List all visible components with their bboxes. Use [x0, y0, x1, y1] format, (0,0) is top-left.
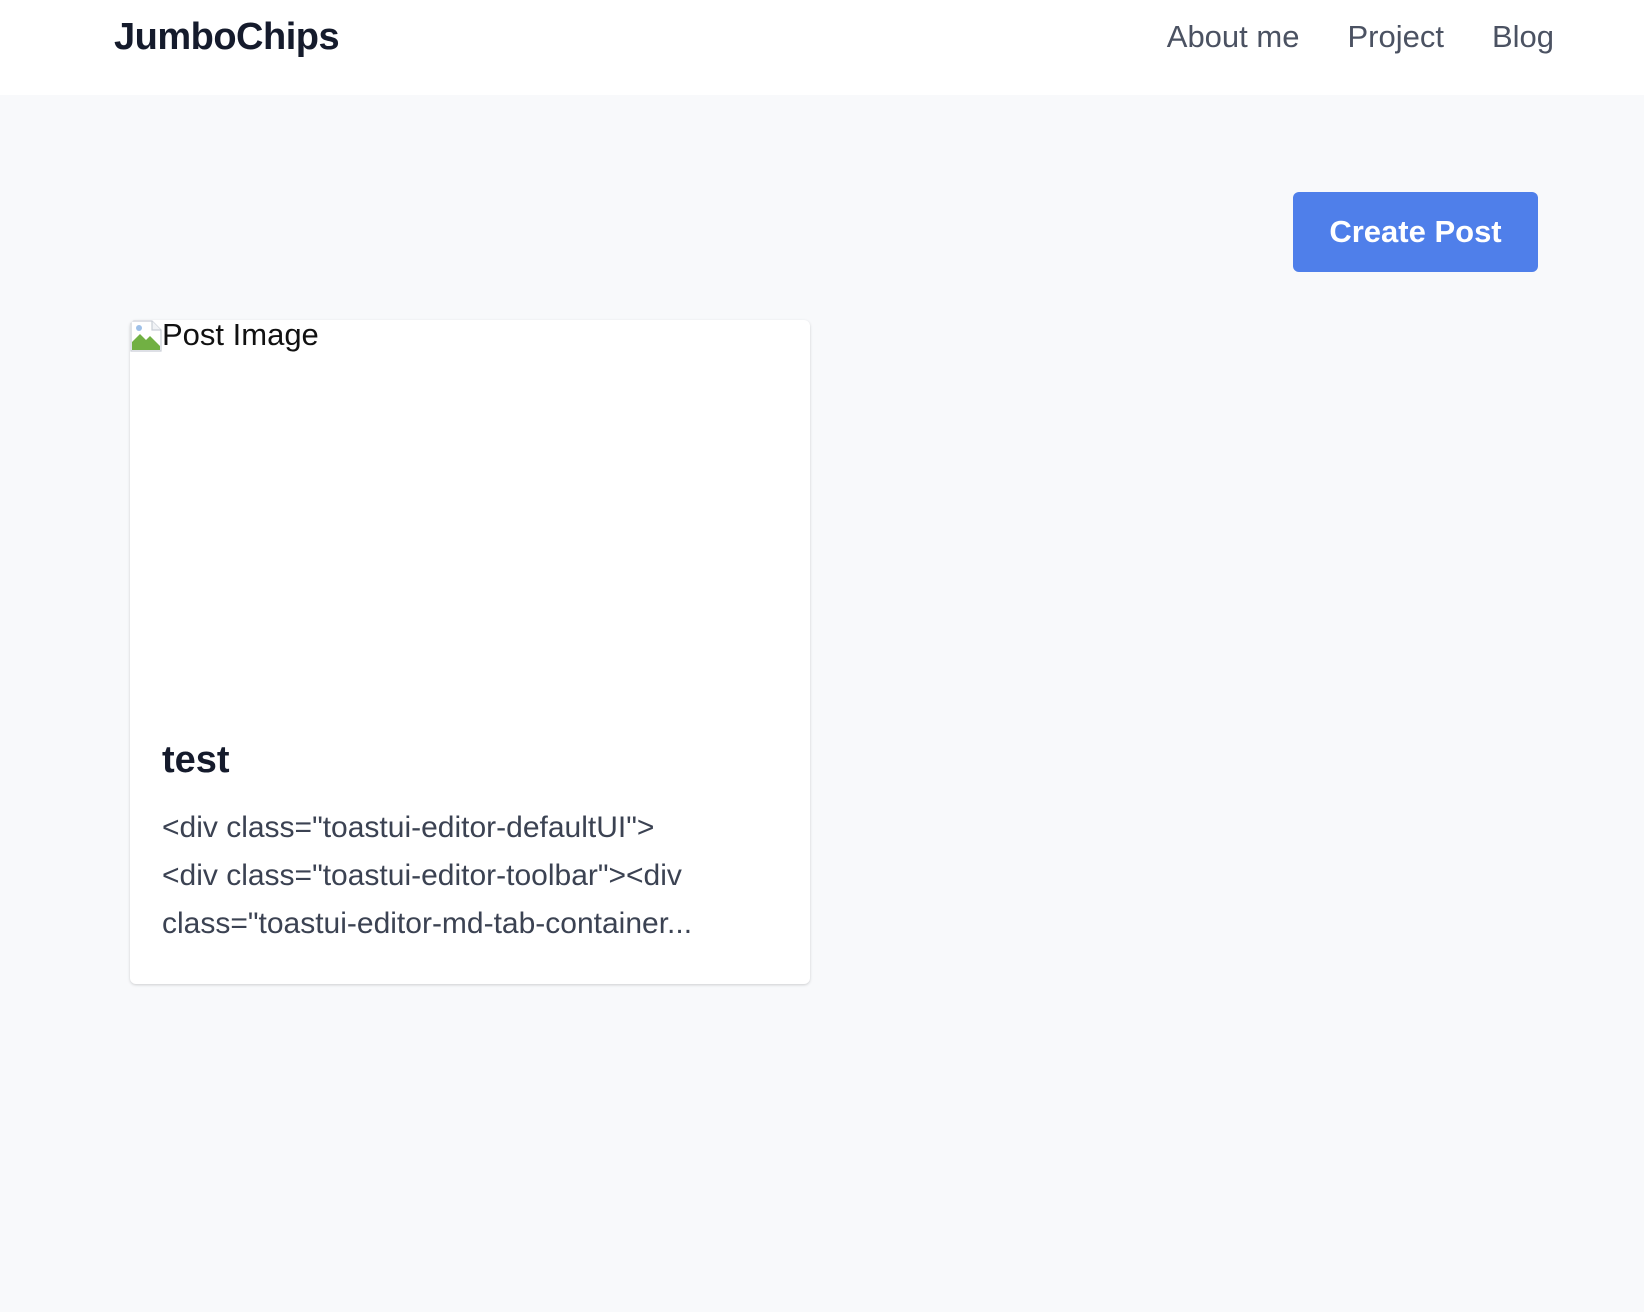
nav-link-about-me[interactable]: About me: [1167, 14, 1300, 60]
post-card[interactable]: Post Image test <div class="toastui-edit…: [130, 320, 810, 984]
broken-image-icon: [130, 320, 162, 352]
create-post-button[interactable]: Create Post: [1293, 192, 1538, 272]
post-title[interactable]: test: [162, 736, 782, 784]
top-navbar: JumboChips About me Project Blog: [0, 0, 1644, 95]
brand-logo-link[interactable]: JumboChips: [114, 14, 340, 60]
post-image-alt-text: Post Image: [162, 320, 319, 352]
post-image[interactable]: Post Image: [130, 320, 810, 700]
post-excerpt-line: class="toastui-editor-md-tab-container..…: [162, 907, 693, 940]
post-card-body: test <div class="toastui-editor-defaultU…: [162, 736, 782, 948]
nav-link-project[interactable]: Project: [1347, 14, 1443, 60]
nav-link-blog[interactable]: Blog: [1492, 14, 1554, 60]
post-excerpt: <div class="toastui-editor-defaultUI"> <…: [162, 804, 782, 948]
nav-links: About me Project Blog: [1167, 14, 1554, 60]
post-excerpt-line: <div class="toastui-editor-toolbar"><div: [162, 859, 682, 892]
post-excerpt-line: <div class="toastui-editor-defaultUI">: [162, 811, 655, 844]
